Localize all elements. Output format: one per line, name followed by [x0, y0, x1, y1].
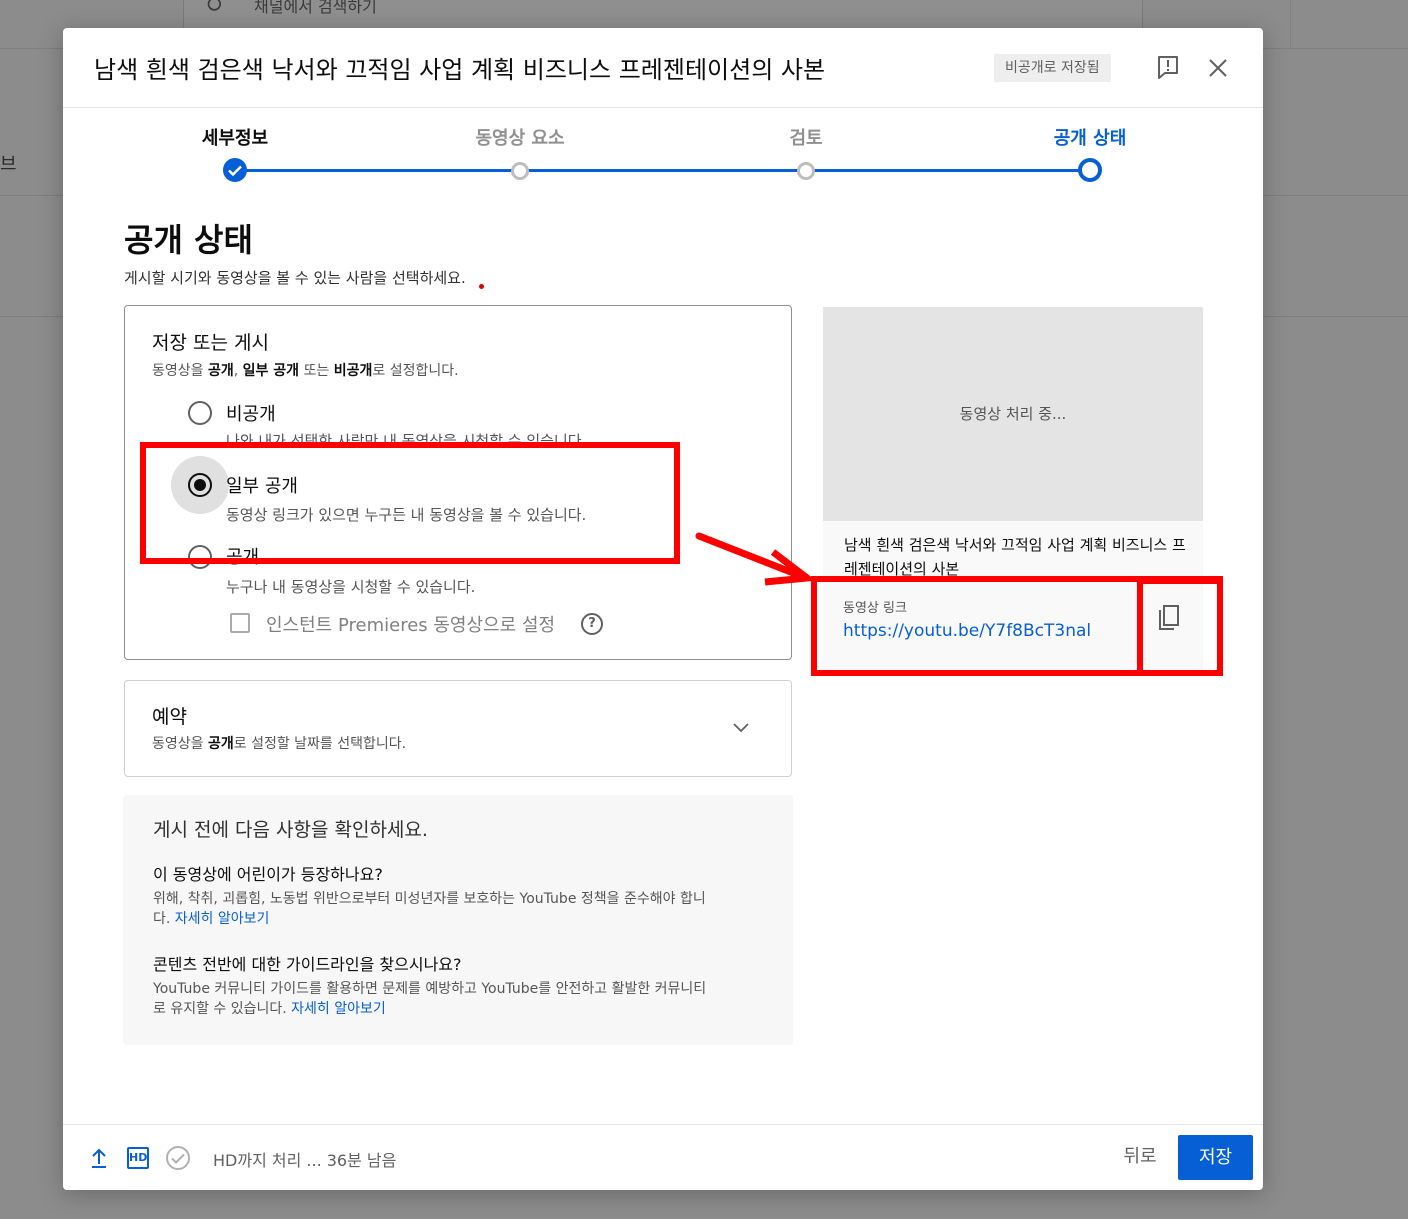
check-circle-icon [166, 1146, 190, 1170]
save-or-publish-desc: 동영상을 공개, 일부 공개 또는 비공개로 설정합니다. [152, 363, 459, 379]
instant-premiere-checkbox[interactable] [230, 613, 250, 633]
schedule-card[interactable]: 예약 동영상을 공개로 설정할 날짜를 선택합니다. [124, 680, 792, 777]
checklist-answer-guidelines: YouTube 커뮤니티 가이드를 활용하면 문제를 예방하고 YouTube를… [153, 981, 707, 1017]
processing-status: HD까지 처리 ... 36분 남음 [213, 1151, 397, 1170]
save-or-publish-title: 저장 또는 게시 [152, 332, 269, 354]
step-video-elements-label[interactable]: 동영상 요소 [475, 124, 564, 150]
preview-video-title: 남색 흰색 검은색 낙서와 끄적임 사업 계획 비즈니스 프레젠테이션의 사본 [844, 536, 1186, 578]
visibility-heading: 공개 상태 [124, 221, 253, 259]
step-review-dot[interactable] [797, 162, 815, 180]
learn-more-link[interactable]: 자세히 알아보기 [291, 1001, 386, 1017]
upload-dialog: 남색 흰색 검은색 낙서와 끄적임 사업 계획 비즈니스 프레젠테이션의 사본 … [63, 28, 1263, 1190]
annotation-box-unlisted [140, 442, 680, 564]
public-option-desc: 누구나 내 동영상을 시청할 수 있습니다. [226, 578, 476, 596]
upload-icon [92, 1148, 106, 1168]
annotation-box-link [811, 576, 1143, 676]
checklist-question-guidelines: 콘텐츠 전반에 대한 가이드라인을 찾으시나요? [153, 955, 462, 974]
dialog-footer: HD HD까지 처리 ... 36분 남음 뒤로 저장 [63, 1124, 1263, 1190]
saved-status-badge: 비공개로 저장됨 [994, 54, 1111, 82]
save-button[interactable]: 저장 [1178, 1135, 1253, 1180]
close-icon[interactable] [1205, 54, 1231, 82]
stepper-track [235, 169, 1090, 172]
annotation-box-copy [1137, 576, 1223, 676]
private-radio[interactable] [188, 401, 212, 425]
learn-more-link[interactable]: 자세히 알아보기 [175, 911, 270, 927]
step-visibility-label[interactable]: 공개 상태 [1054, 124, 1127, 150]
step-details-check-icon[interactable] [223, 158, 247, 182]
search-placeholder: 채널에서 검색하기 [254, 0, 377, 16]
checklist-title: 게시 전에 다음 사항을 확인하세요. [153, 819, 428, 841]
checklist-question-children: 이 동영상에 어린이가 등장하나요? [153, 865, 383, 884]
feedback-icon[interactable] [1155, 54, 1181, 82]
chevron-down-icon[interactable] [731, 717, 751, 737]
background-sidebar-text: 브 [0, 154, 17, 175]
step-video-elements-dot[interactable] [511, 162, 529, 180]
annotation-dot [479, 284, 484, 289]
processing-text: 동영상 처리 중... [959, 405, 1067, 423]
video-preview: 동영상 처리 중... [823, 307, 1203, 521]
dialog-header: 남색 흰색 검은색 낙서와 끄적임 사업 계획 비즈니스 프레젠테이션의 사본 … [63, 28, 1263, 108]
background-divider [1290, 0, 1291, 48]
checklist-answer-children: 위해, 착취, 괴롭힘, 노동법 위반으로부터 미성년자를 보호하는 YouTu… [153, 891, 706, 927]
annotation-arrow [695, 532, 817, 586]
back-button[interactable]: 뒤로 [1111, 1137, 1169, 1177]
visibility-subtitle: 게시할 시기와 동영상을 볼 수 있는 사람을 선택하세요. [124, 269, 466, 287]
step-visibility-dot[interactable] [1078, 158, 1102, 182]
pre-publish-checklist: 게시 전에 다음 사항을 확인하세요. 이 동영상에 어린이가 등장하나요? 위… [123, 795, 793, 1045]
schedule-title: 예약 [152, 706, 187, 728]
private-option-label[interactable]: 비공개 [226, 400, 276, 426]
help-icon[interactable]: ? [581, 613, 603, 635]
dialog-title: 남색 흰색 검은색 낙서와 끄적임 사업 계획 비즈니스 프레젠테이션의 사본 [94, 56, 826, 84]
step-details-label[interactable]: 세부정보 [202, 124, 268, 150]
hd-icon: HD [127, 1147, 149, 1169]
step-review-label[interactable]: 검토 [789, 124, 822, 150]
instant-premiere-label[interactable]: 인스턴트 Premieres 동영상으로 설정 [266, 611, 555, 637]
schedule-desc: 동영상을 공개로 설정할 날짜를 선택합니다. [152, 736, 407, 752]
search-icon [207, 0, 221, 11]
